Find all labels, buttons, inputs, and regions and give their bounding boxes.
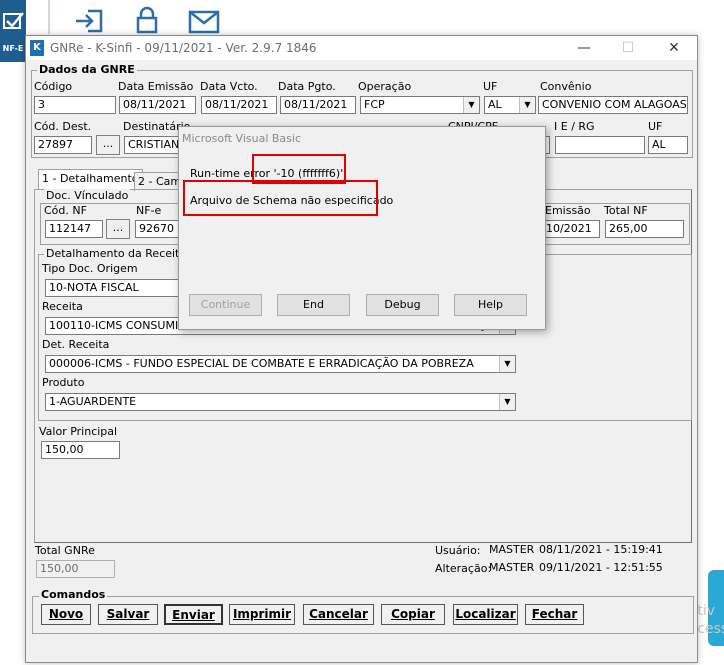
codigo-label: Código bbox=[34, 80, 73, 93]
envelope-icon[interactable] bbox=[188, 10, 220, 37]
data-emissao-field[interactable]: 08/11/2021 bbox=[119, 96, 196, 114]
valor-principal-field[interactable]: 150,00 bbox=[41, 441, 120, 459]
detalhamento-receita-title: Detalhamento da Receita bbox=[44, 247, 189, 260]
doc-data-emissao-field[interactable]: 10/2021 bbox=[543, 220, 600, 238]
operacao-label: Operação bbox=[358, 80, 412, 93]
debug-button[interactable]: Debug bbox=[366, 294, 439, 316]
tipo-doc-label: Tipo Doc. Origem bbox=[42, 262, 138, 275]
doc-vinculado-title: Doc. Vínculado bbox=[44, 189, 131, 202]
doc-data-emissao-label: Emissão bbox=[545, 204, 591, 217]
nfe-label: NF-e bbox=[136, 204, 162, 217]
cod-nf-lookup-button[interactable]: ... bbox=[106, 219, 130, 239]
nfe-label: NF-E bbox=[2, 44, 24, 53]
salvar-button[interactable]: Salvar bbox=[98, 604, 158, 625]
receita-label: Receita bbox=[42, 300, 83, 313]
codigo-field[interactable]: 3 bbox=[34, 96, 116, 114]
copiar-button[interactable]: Copiar bbox=[381, 604, 445, 625]
produto-value: 1-AGUARDENTE bbox=[49, 395, 137, 408]
enviar-button[interactable]: Enviar bbox=[164, 604, 223, 625]
produto-select[interactable]: 1-AGUARDENTE ▼ bbox=[45, 393, 516, 411]
operacao-value: FCP bbox=[364, 98, 385, 111]
cancelar-button[interactable]: Cancelar bbox=[303, 604, 374, 625]
end-button[interactable]: End bbox=[277, 294, 350, 316]
app-icon: K bbox=[30, 40, 44, 56]
login-arrow-icon[interactable] bbox=[74, 8, 104, 37]
data-vcto-field[interactable]: 08/11/2021 bbox=[201, 96, 277, 114]
cod-nf-field[interactable]: 112147 bbox=[45, 220, 103, 238]
window-title: GNRe - K-Sinfi - 09/11/2021 - Ver. 2.9.7… bbox=[50, 41, 317, 55]
minimize-button[interactable]: — bbox=[566, 38, 602, 58]
chevron-down-icon[interactable]: ▼ bbox=[499, 394, 515, 410]
data-emissao-label: Data Emissão bbox=[118, 80, 194, 93]
uf-value: AL bbox=[488, 98, 502, 111]
localizar-button[interactable]: Localizar bbox=[453, 604, 518, 625]
ie-label: I E / RG bbox=[554, 120, 595, 133]
cod-nf-label: Cód. NF bbox=[44, 204, 87, 217]
lock-icon[interactable] bbox=[134, 6, 160, 37]
usuario-value: MASTER bbox=[489, 543, 535, 556]
total-nf-field[interactable]: 265,00 bbox=[605, 220, 684, 238]
novo-button[interactable]: Novo bbox=[41, 604, 91, 625]
alteracao-label: Alteração: bbox=[435, 562, 492, 575]
maximize-button[interactable]: ☐ bbox=[610, 38, 646, 58]
window-titlebar[interactable]: K GNRe - K-Sinfi - 09/11/2021 - Ver. 2.9… bbox=[26, 36, 697, 60]
cod-dest-lookup-button[interactable]: ... bbox=[96, 135, 120, 155]
chevron-down-icon[interactable]: ▼ bbox=[519, 97, 535, 113]
error-message-highlight bbox=[183, 180, 378, 216]
desktop-separator bbox=[48, 0, 50, 34]
total-nf-label: Total NF bbox=[604, 204, 648, 217]
alteracao-datetime: 09/11/2021 - 12:51:55 bbox=[539, 561, 663, 574]
help-button[interactable]: Help bbox=[454, 294, 527, 316]
alteracao-value: MASTER bbox=[489, 561, 535, 574]
uf2-field[interactable]: AL bbox=[648, 136, 688, 154]
chevron-down-icon[interactable]: ▼ bbox=[499, 356, 515, 372]
det-receita-value: 000006-ICMS - FUNDO ESPECIAL DE COMBATE … bbox=[49, 357, 474, 370]
total-gnre-label: Total GNRe bbox=[35, 544, 95, 557]
close-button[interactable]: ✕ bbox=[656, 38, 692, 58]
tab-detalhamento[interactable]: 1 - Detalhamento bbox=[38, 169, 143, 190]
data-pgto-label: Data Pgto. bbox=[278, 80, 336, 93]
det-receita-select[interactable]: 000006-ICMS - FUNDO ESPECIAL DE COMBATE … bbox=[45, 355, 516, 373]
total-gnre-field: 150,00 bbox=[36, 560, 115, 578]
usuario-label: Usuário: bbox=[435, 544, 481, 557]
dialog-title: Microsoft Visual Basic bbox=[182, 132, 302, 145]
data-vcto-label: Data Vcto. bbox=[200, 80, 258, 93]
cod-dest-field[interactable]: 27897 bbox=[34, 136, 92, 154]
uf-select[interactable]: AL ▼ bbox=[484, 96, 536, 114]
operacao-select[interactable]: FCP ▼ bbox=[360, 96, 480, 114]
cnpj-field[interactable] bbox=[546, 136, 550, 154]
chevron-down-icon[interactable]: ▼ bbox=[463, 97, 479, 113]
convenio-field[interactable]: CONVENIO COM ALAGOAS/20 bbox=[538, 96, 688, 114]
convenio-label: Convênio bbox=[540, 80, 592, 93]
det-receita-label: Det. Receita bbox=[42, 338, 110, 351]
continue-button[interactable]: Continue bbox=[189, 294, 262, 316]
vb-error-dialog: Microsoft Visual Basic Run-time error '-… bbox=[178, 126, 546, 330]
ie-field[interactable] bbox=[555, 136, 645, 154]
cod-dest-label: Cód. Dest. bbox=[34, 120, 92, 133]
fechar-button[interactable]: Fechar bbox=[525, 604, 584, 625]
valor-principal-label: Valor Principal bbox=[39, 425, 118, 438]
comandos-title: Comandos bbox=[39, 588, 108, 601]
dados-gnre-title: Dados da GNRE bbox=[37, 63, 137, 76]
data-pgto-field[interactable]: 08/11/2021 bbox=[280, 96, 356, 114]
tipo-doc-select[interactable]: 10-NOTA FISCAL bbox=[45, 279, 180, 297]
desktop-background bbox=[0, 0, 724, 40]
imprimir-button[interactable]: Imprimir bbox=[229, 604, 295, 625]
uf2-label: UF bbox=[648, 120, 663, 133]
uf-label: UF bbox=[483, 80, 498, 93]
usuario-datetime: 08/11/2021 - 15:19:41 bbox=[539, 543, 663, 556]
nfe-check-icon bbox=[2, 10, 24, 32]
produto-label: Produto bbox=[42, 376, 85, 389]
